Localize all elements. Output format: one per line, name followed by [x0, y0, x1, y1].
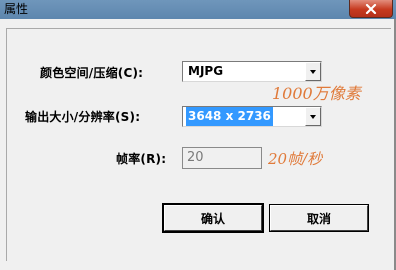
frame-rate-annotation: 20帧/秒: [268, 150, 323, 168]
chevron-down-icon: [310, 69, 316, 74]
output-size-dropdown-button[interactable]: [305, 107, 321, 126]
color-space-combobox[interactable]: MJPG: [182, 61, 322, 82]
title-bar[interactable]: 属性: [0, 0, 396, 19]
close-x-icon: [365, 3, 377, 14]
cancel-button[interactable]: 取消: [269, 204, 369, 232]
frame-rate-label: 帧率(R):: [116, 152, 167, 166]
output-size-value: 3648 x 2736: [186, 107, 273, 126]
close-button[interactable]: [349, 0, 393, 18]
properties-dialog: 属性 颜色空间/压缩(C): MJPG 输出大小/分辨率(S): 3648 x …: [0, 0, 396, 270]
window-title: 属性: [4, 2, 29, 16]
chevron-down-icon: [310, 114, 316, 119]
resolution-annotation: 1000万像素: [272, 84, 361, 103]
color-space-label: 颜色空间/压缩(C):: [40, 66, 144, 80]
ok-button[interactable]: 确认: [162, 203, 264, 233]
output-size-combobox[interactable]: 3648 x 2736: [182, 106, 322, 127]
color-space-dropdown-button[interactable]: [305, 62, 321, 81]
frame-rate-value: 20: [187, 150, 204, 165]
frame-rate-field[interactable]: 20: [182, 147, 262, 169]
output-size-label: 输出大小/分辨率(S):: [25, 110, 141, 124]
color-space-value: MJPG: [188, 64, 224, 78]
